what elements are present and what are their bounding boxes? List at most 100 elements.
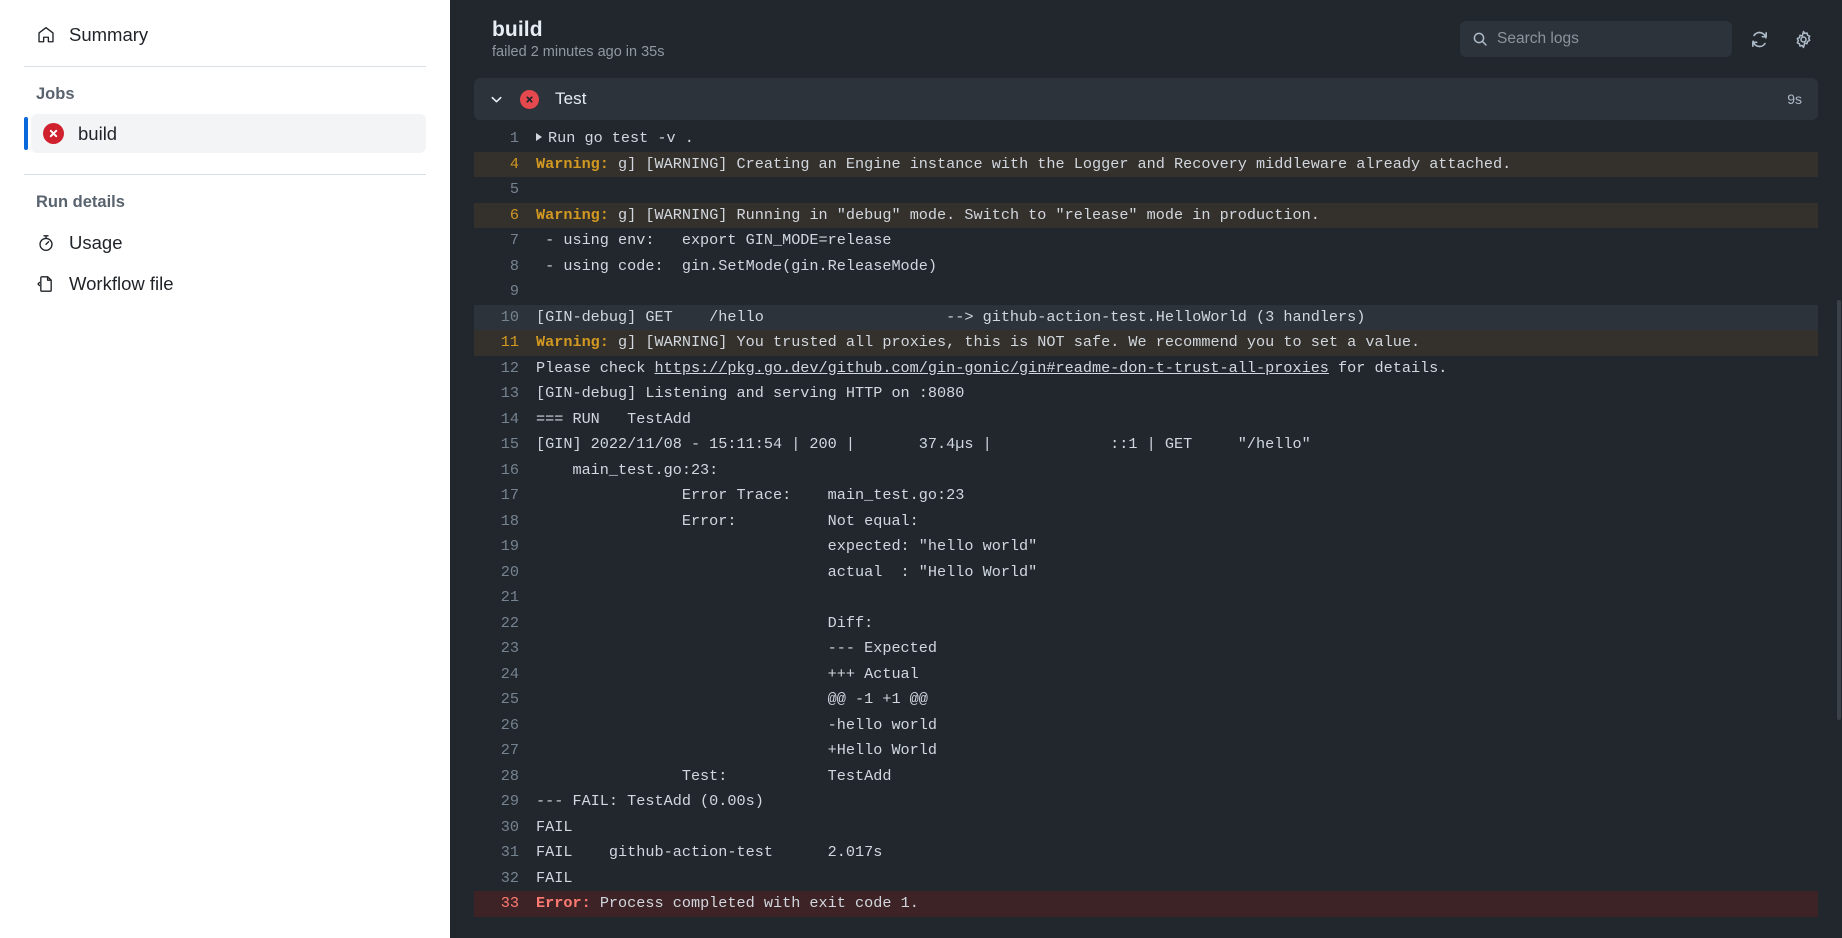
- log-line: 27 +Hello World: [474, 738, 1818, 764]
- log-line-content: [GIN-debug] Listening and serving HTTP o…: [536, 384, 965, 402]
- log-line-number[interactable]: 17: [474, 483, 536, 509]
- sync-icon: [1750, 30, 1769, 49]
- log-line-content: +Hello World: [536, 741, 938, 759]
- log-line-number[interactable]: 28: [474, 764, 536, 790]
- log-line-number[interactable]: 15: [474, 432, 536, 458]
- log-line-number[interactable]: 26: [474, 713, 536, 739]
- expand-group-icon[interactable]: [536, 132, 542, 141]
- log-line-number[interactable]: 16: [474, 458, 536, 484]
- log-line-content: FAIL github-action-test 2.017s: [536, 843, 883, 861]
- log-line-content: -hello world: [536, 715, 938, 734]
- log-line-content: [GIN] 2022/11/08 - 15:11:54 | 200 | 37.4…: [536, 435, 1311, 453]
- log-panel-header: build failed 2 minutes ago in 35s: [450, 0, 1842, 78]
- log-line: 9: [474, 279, 1818, 305]
- log-line-content: FAIL: [536, 817, 573, 836]
- header-titles: build failed 2 minutes ago in 35s: [492, 18, 665, 60]
- sidebar-run-details-heading: Run details: [36, 193, 125, 211]
- sidebar-item-job-build-label: build: [78, 122, 118, 144]
- sidebar-item-workflow-file-label: Workflow file: [69, 272, 174, 294]
- log-line-number[interactable]: 13: [474, 381, 536, 407]
- log-line-number[interactable]: 11: [474, 330, 536, 356]
- settings-button[interactable]: [1786, 22, 1820, 56]
- sidebar-item-usage[interactable]: Usage: [24, 222, 426, 263]
- log-scrollbar-thumb[interactable]: [1837, 300, 1841, 720]
- log-line-number[interactable]: 1: [474, 126, 536, 152]
- log-line-content: [GIN-debug] GET /hello --> github-action…: [536, 307, 1366, 326]
- log-line: 21: [474, 585, 1818, 611]
- refresh-button[interactable]: [1742, 22, 1776, 56]
- sidebar-item-job-build[interactable]: build: [31, 114, 426, 153]
- log-line: 30 FAIL: [474, 815, 1818, 841]
- log-line-number[interactable]: 6: [474, 203, 536, 229]
- log-line-number[interactable]: 31: [474, 840, 536, 866]
- log-line-content: - using code: gin.SetMode(gin.ReleaseMod…: [536, 256, 938, 275]
- log-line-content: FAIL: [536, 868, 573, 887]
- log-line-content: === RUN TestAdd: [536, 409, 691, 428]
- search-logs-box[interactable]: [1460, 21, 1732, 57]
- log-line-number[interactable]: 12: [474, 356, 536, 382]
- log-line-number[interactable]: 18: [474, 509, 536, 535]
- log-line-number[interactable]: 32: [474, 866, 536, 892]
- log-area: Test 9s 1 Run go test -v . 4 Warning: g] [W…: [450, 78, 1842, 917]
- log-line: 4 Warning: g] [WARNING] Creating an Engin…: [474, 151, 1818, 178]
- log-line-content: Warning: g] [WARNING] Creating an Engine…: [536, 154, 1512, 173]
- log-line-content: Error: Not equal:: [536, 511, 928, 530]
- log-line: 10 [GIN-debug] GET /hello --> github-acti…: [474, 304, 1818, 331]
- log-line: 11 Warning: g] [WARNING] You trusted all …: [474, 330, 1818, 356]
- sidebar-item-workflow-file[interactable]: Workflow file: [24, 263, 426, 304]
- sidebar-divider-1: [24, 66, 426, 67]
- log-line-number[interactable]: 23: [474, 636, 536, 662]
- sidebar-item-summary-label: Summary: [69, 23, 149, 45]
- log-line-number[interactable]: 33: [474, 891, 536, 917]
- log-scrollbar[interactable]: [1836, 0, 1842, 938]
- log-line-number[interactable]: 30: [474, 815, 536, 841]
- log-line: 28 Test: TestAdd: [474, 764, 1818, 790]
- sidebar-job-wrapper: build: [24, 114, 426, 153]
- log-line-number[interactable]: 8: [474, 254, 536, 280]
- log-line-content: Test: TestAdd: [536, 766, 892, 785]
- log-line-number[interactable]: 7: [474, 228, 536, 254]
- log-line-number[interactable]: 25: [474, 687, 536, 713]
- log-line-number[interactable]: 20: [474, 560, 536, 586]
- step-duration: 9s: [1787, 91, 1802, 107]
- log-severity-tag: Warning:: [536, 154, 609, 173]
- log-line: 17 Error Trace: main_test.go:23: [474, 483, 1818, 509]
- log-line: 16 main_test.go:23:: [474, 458, 1818, 484]
- log-line-number[interactable]: 22: [474, 611, 536, 637]
- log-line: 32 FAIL: [474, 866, 1818, 892]
- gear-icon: [1794, 30, 1813, 49]
- log-line-number[interactable]: 29: [474, 789, 536, 815]
- log-line: 19 expected: "hello world": [474, 534, 1818, 560]
- chevron-down-icon[interactable]: [488, 91, 504, 107]
- page-title: build: [492, 18, 543, 41]
- log-line-content: --- Expected: [536, 639, 938, 657]
- log-line-number[interactable]: 14: [474, 407, 536, 433]
- log-line-number[interactable]: 19: [474, 534, 536, 560]
- log-line: 5: [474, 177, 1818, 203]
- search-input[interactable]: [1497, 30, 1720, 48]
- log-line-link[interactable]: https://pkg.go.dev/github.com/gin-gonic/…: [654, 359, 1328, 377]
- stopwatch-icon: [36, 233, 56, 253]
- log-line-number[interactable]: 9: [474, 279, 536, 305]
- log-line-content: Warning: g] [WARNING] Running in "debug"…: [536, 205, 1320, 224]
- log-line-number[interactable]: 10: [474, 305, 536, 331]
- log-severity-tag: Error:: [536, 894, 591, 912]
- log-line-number[interactable]: 24: [474, 662, 536, 688]
- sidebar-item-summary[interactable]: Summary: [24, 14, 426, 55]
- log-line: 6 Warning: g] [WARNING] Running in "debug…: [474, 202, 1818, 229]
- log-line-content: main_test.go:23:: [536, 460, 728, 479]
- log-line: 18 Error: Not equal:: [474, 509, 1818, 535]
- log-line-content: Run go test -v .: [536, 126, 1818, 152]
- log-line-number[interactable]: 27: [474, 738, 536, 764]
- run-status-text: failed 2 minutes ago in 35s: [492, 44, 665, 60]
- log-line-content: Please check https://pkg.go.dev/github.c…: [536, 358, 1448, 377]
- file-code-icon: [36, 274, 56, 294]
- log-line: 1 Run go test -v .: [474, 126, 1818, 152]
- log-line-content: +++ Actual: [536, 664, 919, 683]
- log-line-number[interactable]: 4: [474, 152, 536, 178]
- log-line-number[interactable]: 5: [474, 177, 536, 203]
- step-header-test[interactable]: Test 9s: [474, 78, 1818, 120]
- active-job-indicator: [24, 117, 28, 150]
- log-severity-tag: Warning:: [536, 205, 609, 224]
- log-line-number[interactable]: 21: [474, 585, 536, 611]
